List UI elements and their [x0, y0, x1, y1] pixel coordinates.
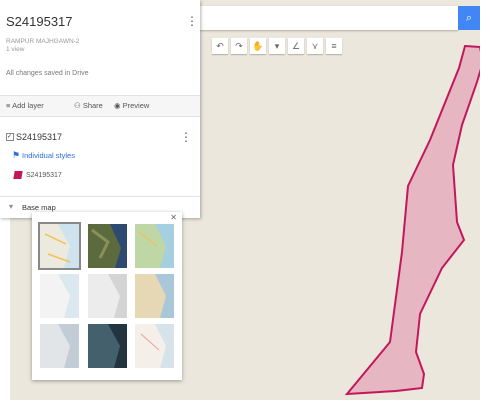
basemap-label: Base map — [22, 203, 56, 212]
drawn-polygon[interactable] — [344, 44, 480, 396]
preview-button[interactable]: ◉ Preview — [114, 101, 149, 110]
map-toolbar: ↶ ↷ ✋ ▾ ∠ ⋎ ≡ — [212, 38, 342, 56]
add-layer-label: Add layer — [12, 101, 44, 110]
map-options-icon[interactable]: ⋮ — [186, 15, 198, 27]
share-label: Share — [82, 101, 103, 110]
hand-icon[interactable]: ✋ — [250, 38, 266, 54]
add-layer-button[interactable]: ≡ Add layer — [6, 101, 44, 110]
layer-name[interactable]: S24195317 — [16, 132, 62, 142]
chevron-down-icon: ▾ — [9, 202, 14, 211]
layer-feature-item[interactable]: S24195317 — [26, 172, 62, 179]
preview-label: Preview — [122, 101, 150, 110]
layers-icon: ≡ — [6, 101, 11, 110]
eye-icon: ◉ — [114, 101, 121, 110]
marker-icon[interactable]: ▾ — [269, 38, 285, 54]
route-icon[interactable]: ⋎ — [307, 38, 323, 54]
search-icon: ⌕ — [465, 12, 473, 24]
individual-styles-link[interactable]: Individual styles — [22, 151, 75, 160]
layers-panel: S24195317 ⋮ RAMPUR MAJHGAWN-2 1 view All… — [0, 0, 200, 218]
view-count: 1 view — [6, 46, 25, 53]
add-person-icon: ⚇ — [74, 101, 81, 110]
basemap-thumbnail[interactable] — [88, 224, 127, 268]
basemap-thumbnail[interactable] — [40, 274, 79, 318]
basemap-popup: ✕ — [32, 212, 182, 380]
close-icon[interactable]: ✕ — [170, 213, 177, 222]
panel-actions: ≡ Add layer ⚇ Share ◉ Preview — [0, 95, 200, 117]
search-button[interactable]: ⌕ — [458, 6, 480, 30]
share-button[interactable]: ⚇ Share — [74, 101, 103, 110]
ruler-icon[interactable]: ≡ — [326, 38, 342, 54]
undo-icon[interactable]: ↶ — [212, 38, 228, 54]
basemap-thumbnail[interactable] — [88, 274, 127, 318]
map-title[interactable]: S24195317 — [6, 14, 73, 29]
save-status: All changes saved in Drive — [6, 70, 89, 77]
layer-visibility-checkbox[interactable]: ✓ — [6, 133, 14, 141]
basemap-thumbnail[interactable] — [88, 324, 127, 368]
basemap-thumbnail[interactable] — [40, 324, 79, 368]
map-description[interactable]: RAMPUR MAJHGAWN-2 — [6, 38, 79, 45]
line-icon[interactable]: ∠ — [288, 38, 304, 54]
search-input[interactable] — [200, 6, 458, 30]
paint-roller-icon: ⚑ — [12, 150, 21, 160]
basemap-thumbnail[interactable] — [135, 224, 174, 268]
basemap-thumbnail[interactable] — [135, 324, 174, 368]
redo-icon[interactable]: ↷ — [231, 38, 247, 54]
basemap-thumbnail[interactable] — [38, 222, 81, 270]
basemap-thumbnail[interactable] — [135, 274, 174, 318]
layer-options-icon[interactable]: ⋮ — [180, 131, 192, 143]
polygon-icon[interactable] — [13, 171, 23, 179]
